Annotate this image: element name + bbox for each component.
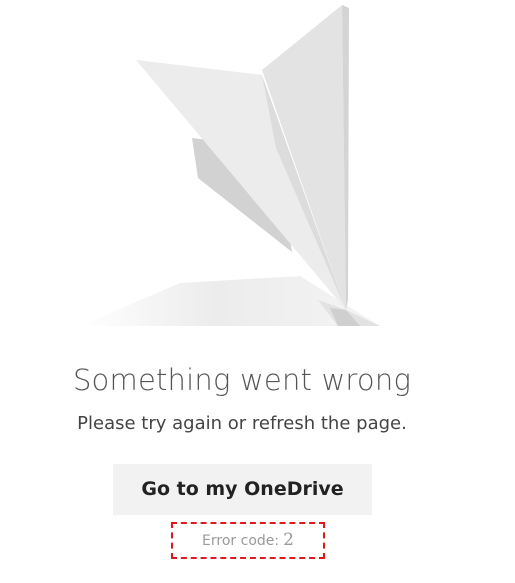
error-code-box: Error code: 2 [171, 522, 325, 559]
error-code-value: 2 [283, 530, 294, 550]
error-message: Please try again or refresh the page. [77, 413, 407, 434]
go-to-onedrive-button[interactable]: Go to my OneDrive [113, 464, 372, 515]
error-code-label: Error code: [202, 533, 280, 549]
paper-airplane-illustration [80, 5, 380, 326]
error-headline: Something went wrong [72, 363, 412, 397]
